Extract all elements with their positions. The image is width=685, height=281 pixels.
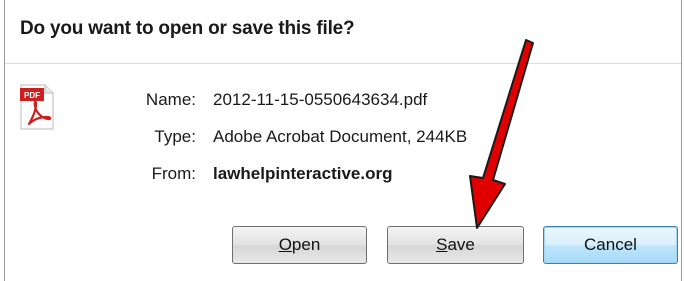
dialog-title: Do you want to open or save this file? (20, 18, 355, 39)
pdf-file-icon: PDF (20, 84, 54, 130)
open-button-label: pen (291, 235, 321, 254)
dialog-right-border (681, 0, 682, 281)
type-value: Adobe Acrobat Document, 244KB (213, 127, 468, 146)
name-label: Name: (145, 90, 196, 109)
type-label: Type: (154, 127, 196, 146)
dialog-left-border (4, 0, 5, 281)
open-button[interactable]: Open (232, 226, 367, 264)
name-value: 2012-11-15-0550643634.pdf (213, 90, 428, 109)
from-label: From: (151, 164, 196, 183)
cancel-button[interactable]: Cancel (543, 226, 678, 264)
from-value: lawhelpinteractive.org (213, 164, 393, 183)
save-button-accel: S (436, 235, 448, 254)
cancel-button-label: Cancel (584, 235, 637, 254)
open-button-accel: O (278, 235, 292, 254)
pdf-badge-text: PDF (24, 91, 40, 100)
file-download-dialog: Do you want to open or save this file? P… (0, 0, 685, 281)
title-divider (5, 63, 681, 64)
save-button-label: ave (447, 235, 475, 254)
save-button[interactable]: Save (387, 226, 524, 264)
